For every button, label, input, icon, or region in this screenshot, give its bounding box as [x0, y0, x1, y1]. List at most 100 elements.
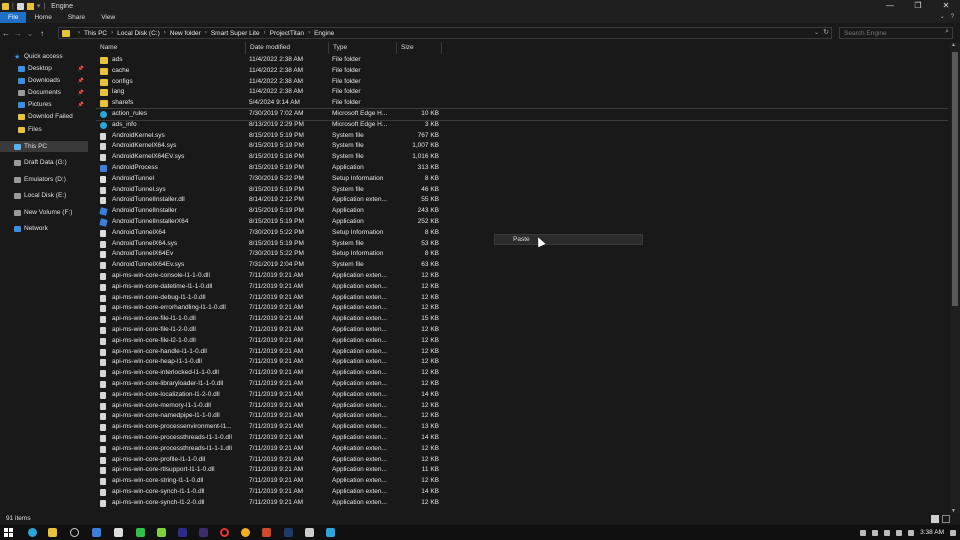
- chevron-right-icon[interactable]: ›: [264, 30, 266, 36]
- file-row[interactable]: api-ms-win-core-errorhandling-l1-1-0.dll…: [96, 303, 948, 314]
- app-tool-icon[interactable]: [114, 528, 123, 537]
- file-row[interactable]: AndroidKernelX64.sys 8/15/2019 5:19 PM Sys…: [96, 141, 948, 152]
- tab-view[interactable]: View: [93, 12, 123, 23]
- tab-file[interactable]: File: [0, 12, 27, 23]
- chevron-right-icon[interactable]: ›: [164, 30, 166, 36]
- maximize-button[interactable]: ❐: [904, 0, 932, 12]
- search-icon[interactable]: ⌕: [945, 28, 949, 36]
- file-row[interactable]: api-ms-win-core-rtlsupport-l1-1-0.dll 7/1…: [96, 465, 948, 476]
- file-row[interactable]: api-ms-win-core-synch-l1-1-0.dll 7/11/201…: [96, 487, 948, 498]
- after-effects-icon[interactable]: [199, 528, 208, 537]
- breadcrumb-smart-super-lite[interactable]: Smart Super Lite: [211, 30, 260, 37]
- file-row[interactable]: AndroidTunnelInstaller 8/15/2019 5:19 PM A…: [96, 206, 948, 217]
- vertical-scrollbar[interactable]: ▲ ▼: [950, 42, 960, 514]
- file-row[interactable]: api-ms-win-core-datetime-l1-1-0.dll 7/11/…: [96, 282, 948, 293]
- nav-desktop[interactable]: Desktop 📌: [0, 63, 88, 74]
- chevron-right-icon[interactable]: ›: [205, 30, 207, 36]
- column-header-date[interactable]: Date modified: [246, 42, 329, 54]
- network-tray-icon[interactable]: [896, 529, 903, 536]
- app-orange-icon[interactable]: [262, 528, 271, 537]
- file-row[interactable]: AndroidKernel.sys 8/15/2019 5:19 PM System…: [96, 131, 948, 142]
- file-row[interactable]: AndroidTunnelInstaller.dll 8/14/2019 2:12…: [96, 195, 948, 206]
- file-explorer-icon[interactable]: [48, 528, 57, 537]
- app-gray-icon[interactable]: [305, 528, 314, 537]
- file-row[interactable]: api-ms-win-core-file-l1-1-0.dll 7/11/2019…: [96, 314, 948, 325]
- tab-home[interactable]: Home: [26, 12, 59, 23]
- breadcrumb-local-disk[interactable]: Local Disk (C:): [117, 30, 160, 37]
- breadcrumb-new-folder[interactable]: New folder: [170, 30, 201, 37]
- nav-emulators[interactable]: Emulators (D:): [0, 174, 88, 185]
- app-red-ring-icon[interactable]: [220, 528, 229, 537]
- file-row[interactable]: AndroidTunnel 7/30/2019 5:22 PM Setup Info…: [96, 174, 948, 185]
- windows-start-icon[interactable]: [4, 528, 13, 537]
- nav-this-pc[interactable]: This PC: [0, 141, 88, 152]
- file-row[interactable]: configs 11/4/2022 2:38 AM File folder: [96, 77, 948, 88]
- premiere-icon[interactable]: [178, 528, 187, 537]
- breadcrumb-projecttitan[interactable]: ProjectTitan: [270, 30, 304, 37]
- file-row[interactable]: api-ms-win-core-processthreads-l1-1-1.dl…: [96, 444, 948, 455]
- chevron-up-icon[interactable]: [884, 529, 891, 536]
- file-row[interactable]: api-ms-win-core-memory-l1-1-0.dll 7/11/20…: [96, 401, 948, 412]
- nav-pictures[interactable]: Pictures 📌: [0, 99, 88, 110]
- scrollbar-thumb[interactable]: [952, 52, 958, 306]
- edge-icon[interactable]: [28, 528, 37, 537]
- close-button[interactable]: ✕: [932, 0, 960, 12]
- chrome-icon[interactable]: [241, 528, 250, 537]
- chevron-down-icon[interactable]: ⌄: [814, 29, 819, 36]
- tab-share[interactable]: Share: [60, 12, 93, 23]
- file-row[interactable]: api-ms-win-core-heap-l1-1-0.dll 7/11/2019…: [96, 357, 948, 368]
- file-row[interactable]: api-ms-win-core-handle-l1-1-0.dll 7/11/20…: [96, 347, 948, 358]
- file-row[interactable]: api-ms-win-core-console-l1-1-0.dll 7/11/2…: [96, 271, 948, 282]
- file-row[interactable]: AndroidTunnelX64Ev.sys 7/31/2019 2:04 PM S…: [96, 260, 948, 271]
- nav-downloads[interactable]: Downloads 📌: [0, 75, 88, 86]
- file-row[interactable]: AndroidKernelX64EV.sys 8/15/2019 5:16 PM S…: [96, 152, 948, 163]
- search-input[interactable]: [839, 27, 953, 39]
- nav-downlod-failed[interactable]: Downlod Failed: [0, 111, 88, 122]
- nav-quick-access[interactable]: ★ Quick access: [0, 51, 88, 62]
- refresh-icon[interactable]: ↻: [823, 28, 829, 36]
- up-button[interactable]: ↑: [36, 29, 48, 38]
- file-row[interactable]: cache 11/4/2022 2:38 AM File folder: [96, 66, 948, 77]
- photoshop-icon[interactable]: [284, 528, 293, 537]
- tray-app-icon[interactable]: [860, 529, 867, 536]
- app-circle-icon[interactable]: [70, 528, 79, 537]
- properties-icon[interactable]: [16, 2, 24, 10]
- customize-quick-access-icon[interactable]: ▾: [37, 2, 41, 10]
- forward-button[interactable]: →: [12, 29, 24, 38]
- file-row[interactable]: api-ms-win-core-string-l1-1-0.dll 7/11/20…: [96, 476, 948, 487]
- column-header-name[interactable]: Name: [96, 42, 246, 54]
- file-row[interactable]: sharefs 5/4/2024 9:14 AM File folder: [96, 98, 948, 109]
- nav-network[interactable]: Network: [0, 223, 88, 234]
- large-icons-view-icon[interactable]: [942, 515, 950, 523]
- chevron-right-icon[interactable]: ›: [111, 30, 113, 36]
- file-row[interactable]: AndroidTunnelX64Ev 7/30/2019 5:22 PM Setup…: [96, 249, 948, 260]
- app-blue-icon[interactable]: [92, 528, 101, 537]
- column-header-type[interactable]: Type: [329, 42, 397, 54]
- new-folder-icon[interactable]: [26, 2, 34, 10]
- notifications-icon[interactable]: [950, 529, 956, 536]
- nav-draft-data[interactable]: Draft Data (G:): [0, 157, 88, 168]
- file-row[interactable]: api-ms-win-core-file-l2-1-0.dll 7/11/2019…: [96, 336, 948, 347]
- file-row[interactable]: api-ms-win-core-synch-l1-2-0.dll 7/11/201…: [96, 498, 948, 509]
- details-view-icon[interactable]: [931, 515, 939, 523]
- chevron-right-icon[interactable]: ›: [308, 30, 310, 36]
- file-row[interactable]: api-ms-win-core-profile-l1-1-0.dll 7/11/2…: [96, 455, 948, 466]
- app-lime-icon[interactable]: [157, 528, 166, 537]
- recent-locations-icon[interactable]: ⌄: [24, 29, 36, 38]
- file-row[interactable]: api-ms-win-core-libraryloader-l1-1-0.dll…: [96, 379, 948, 390]
- file-row[interactable]: api-ms-win-core-interlocked-l1-1-0.dll 7/…: [96, 368, 948, 379]
- file-row[interactable]: api-ms-win-core-debug-l1-1-0.dll 7/11/201…: [96, 293, 948, 304]
- column-header-size[interactable]: Size: [397, 42, 442, 54]
- app-cyan-icon[interactable]: [326, 528, 335, 537]
- file-row[interactable]: api-ms-win-core-localization-l1-2-0.dll 7…: [96, 390, 948, 401]
- nav-new-volume[interactable]: New Volume (F:): [0, 207, 88, 218]
- file-row[interactable]: AndroidTunnel.sys 8/15/2019 5:19 PM System…: [96, 185, 948, 196]
- file-row[interactable]: ads_info 8/13/2019 2:29 PM Microsoft Edge …: [96, 120, 948, 131]
- nav-local-disk-e[interactable]: Local Disk (E:): [0, 190, 88, 201]
- file-row[interactable]: AndroidTunnelInstallerX64 8/15/2019 5:19 …: [96, 217, 948, 228]
- file-row[interactable]: api-ms-win-core-processthreads-l1-1-0.dl…: [96, 433, 948, 444]
- file-row[interactable]: AndroidProcess 8/15/2019 5:19 PM Applicati…: [96, 163, 948, 174]
- nav-files[interactable]: Files: [0, 124, 88, 135]
- tray-app-icon[interactable]: [872, 529, 879, 536]
- file-row[interactable]: ads 11/4/2022 2:38 AM File folder: [96, 55, 948, 66]
